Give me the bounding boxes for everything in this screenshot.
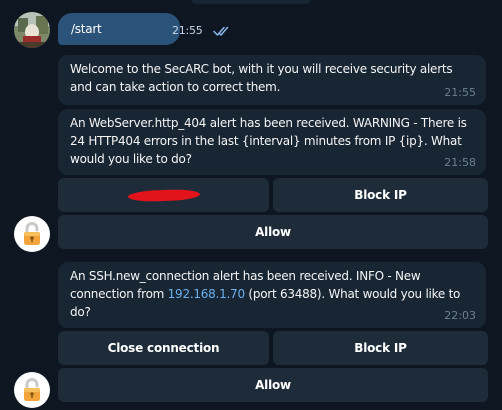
previous-message-edge <box>191 0 311 4</box>
message-text: An WebServer.http_404 alert has been rec… <box>70 114 476 168</box>
open-padlock-icon <box>24 378 40 401</box>
outgoing-message-time: 21:55 <box>172 24 203 37</box>
message-text: Welcome to the SecARC bot, with it you w… <box>70 60 476 96</box>
message-line: Welcome to the SecARC bot, with it you w… <box>70 62 453 76</box>
bot-welcome-message[interactable]: Welcome to the SecARC bot, with it you w… <box>58 55 486 105</box>
bot-avatar[interactable] <box>14 372 50 408</box>
outgoing-message[interactable]: /start 21:55 <box>58 13 229 45</box>
double-check-icon <box>213 24 230 42</box>
close-connection-button[interactable]: Close connection <box>58 331 269 365</box>
message-line: do? <box>70 305 91 319</box>
allow-button[interactable]: Allow <box>58 215 488 249</box>
bot-ssh-alert-message[interactable]: An SSH.new_connection alert has been rec… <box>58 262 486 328</box>
chat-window: /start 21:55 Welcome to the SecARC bot, … <box>0 0 502 410</box>
message-time: 21:55 <box>444 86 476 99</box>
message-line: and can take action to correct them. <box>70 80 281 94</box>
redacted-action-button[interactable] <box>58 178 269 212</box>
open-padlock-icon <box>24 222 40 245</box>
user-avatar[interactable] <box>14 12 50 48</box>
ip-address-link[interactable]: 192.168.1.70 <box>168 287 245 301</box>
message-line: An SSH.new_connection alert has been rec… <box>70 269 421 283</box>
outgoing-message-text: /start <box>71 22 102 36</box>
message-text: An SSH.new_connection alert has been rec… <box>70 267 476 321</box>
message-time: 22:03 <box>444 309 476 322</box>
allow-button[interactable]: Allow <box>58 368 488 402</box>
message-line: An WebServer.http_404 alert has been rec… <box>70 116 467 130</box>
bot-avatar[interactable] <box>14 216 50 252</box>
message-line: connection from 192.168.1.70 (port 63488… <box>70 287 461 301</box>
message-line: 24 HTTP404 errors in the last {interval}… <box>70 134 462 148</box>
message-line: would you like to do? <box>70 152 192 166</box>
block-ip-button[interactable]: Block IP <box>273 178 488 212</box>
redaction-mark <box>127 188 200 202</box>
message-time: 21:58 <box>444 156 476 169</box>
block-ip-button[interactable]: Block IP <box>273 331 488 365</box>
bot-http404-alert-message[interactable]: An WebServer.http_404 alert has been rec… <box>58 109 486 175</box>
